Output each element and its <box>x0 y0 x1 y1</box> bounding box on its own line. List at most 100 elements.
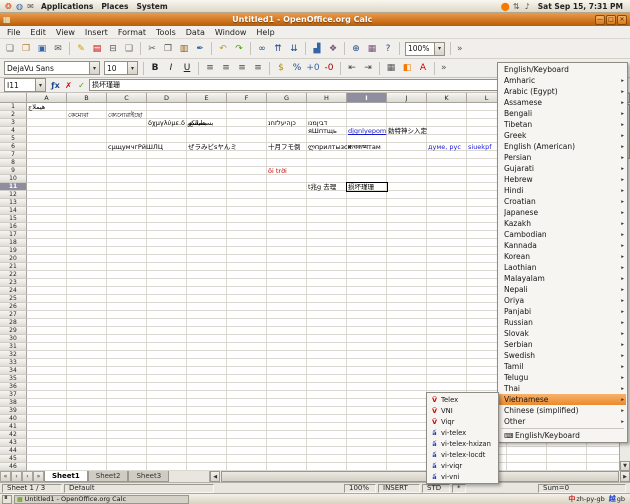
sort-descending-icon[interactable]: ⇊ <box>286 41 302 57</box>
language-menu-item-assamese[interactable]: Assamese▸ <box>499 97 626 108</box>
menu-file[interactable]: File <box>2 28 25 37</box>
row-header-41[interactable]: 41 <box>0 423 27 431</box>
row-header-17[interactable]: 17 <box>0 231 27 239</box>
zoom-combo[interactable]: 100%▾ <box>405 42 445 56</box>
language-menu-item-croatian[interactable]: Croatian▸ <box>499 196 626 207</box>
row-header-12[interactable]: 12 <box>0 191 27 199</box>
draw-functions-icon[interactable]: ❖ <box>325 41 341 57</box>
row-header-43[interactable]: 43 <box>0 439 27 447</box>
browser-icon[interactable]: ◍ <box>14 1 25 12</box>
toolbar-more-icon[interactable]: » <box>438 63 450 73</box>
column-header-h[interactable]: H <box>307 93 347 103</box>
maximize-button[interactable]: □ <box>606 15 616 25</box>
row-header-2[interactable]: 2 <box>0 111 27 119</box>
language-menu-item-thai[interactable]: Thai▸ <box>499 383 626 394</box>
next-sheet-button[interactable]: › <box>22 471 33 482</box>
status-zoom[interactable]: 100% <box>344 484 376 493</box>
row-header-23[interactable]: 23 <box>0 279 27 287</box>
gallery-icon[interactable]: ▦ <box>364 41 380 57</box>
panel-menu-system[interactable]: System <box>132 2 171 11</box>
row-header-5[interactable]: 5 <box>0 135 27 143</box>
save-icon[interactable]: ▣ <box>34 41 50 57</box>
cell-H4[interactable]: яШптщь <box>308 127 337 135</box>
insert-chart-icon[interactable]: ▟ <box>309 41 325 57</box>
new-document-icon[interactable]: ❏ <box>2 41 18 57</box>
volume-icon[interactable]: ♪ <box>522 1 533 12</box>
language-menu-item-malayalam[interactable]: Malayalam▸ <box>499 273 626 284</box>
print-icon[interactable]: ⊟ <box>105 41 121 57</box>
row-header-37[interactable]: 37 <box>0 391 27 399</box>
row-header-24[interactable]: 24 <box>0 287 27 295</box>
column-header-a[interactable]: A <box>27 93 67 103</box>
vietnamese-im-vi-viqr[interactable]: ấvi-viqr <box>428 460 497 471</box>
cell-J4[interactable]: 勅特神シ入定 <box>388 127 427 135</box>
language-menu-item-russian[interactable]: Russian▸ <box>499 317 626 328</box>
row-header-26[interactable]: 26 <box>0 303 27 311</box>
hyperlink-icon[interactable]: ∞ <box>254 41 270 57</box>
vietnamese-im-vi-vni[interactable]: ấvi-vni <box>428 471 497 482</box>
row-header-14[interactable]: 14 <box>0 207 27 215</box>
language-menu-item-greek[interactable]: Greek▸ <box>499 130 626 141</box>
row-header-39[interactable]: 39 <box>0 407 27 415</box>
row-header-25[interactable]: 25 <box>0 295 27 303</box>
language-menu-item-other[interactable]: Other▸ <box>499 416 626 427</box>
underline-icon[interactable]: U <box>179 60 195 76</box>
menu-view[interactable]: View <box>51 28 80 37</box>
taskbar-window-button[interactable]: ▦ Untitled1 - OpenOffice.org Calc <box>14 495 189 504</box>
row-header-42[interactable]: 42 <box>0 431 27 439</box>
language-menu-footer-english-keyboard[interactable]: ⌨English/Keyboard <box>499 430 626 441</box>
row-header-15[interactable]: 15 <box>0 215 27 223</box>
borders-icon[interactable]: ▦ <box>383 60 399 76</box>
row-header-30[interactable]: 30 <box>0 335 27 343</box>
menu-window[interactable]: Window <box>210 28 252 37</box>
language-menu-item-arabic-egypt[interactable]: Arabic (Egypt)▸ <box>499 86 626 97</box>
toolbar-more-icon[interactable]: » <box>454 44 466 54</box>
cell-I6[interactable]: कचकष्मтам <box>348 143 381 151</box>
language-menu-item-persian[interactable]: Persian▸ <box>499 152 626 163</box>
language-menu-item-tibetan[interactable]: Tibetan▸ <box>499 119 626 130</box>
row-header-38[interactable]: 38 <box>0 399 27 407</box>
language-menu-item-english-keyboard[interactable]: English/Keyboard <box>499 64 626 75</box>
row-header-33[interactable]: 33 <box>0 359 27 367</box>
sort-ascending-icon[interactable]: ⇈ <box>270 41 286 57</box>
chevron-down-icon[interactable]: ▾ <box>127 62 137 74</box>
row-header-28[interactable]: 28 <box>0 319 27 327</box>
column-header-g[interactable]: G <box>267 93 307 103</box>
column-header-c[interactable]: C <box>107 93 147 103</box>
column-header-k[interactable]: K <box>427 93 467 103</box>
row-header-29[interactable]: 29 <box>0 327 27 335</box>
background-color-icon[interactable]: ◧ <box>399 60 415 76</box>
row-header-1[interactable]: 1 <box>0 103 27 111</box>
chevron-down-icon[interactable]: ▾ <box>434 43 444 55</box>
row-header-35[interactable]: 35 <box>0 375 27 383</box>
panel-menu-places[interactable]: Places <box>97 2 132 11</box>
vietnamese-im-viqr[interactable]: ṼViqr <box>428 416 497 427</box>
language-menu-item-oriya[interactable]: Oriya▸ <box>499 295 626 306</box>
language-menu-item-kannada[interactable]: Kannada▸ <box>499 240 626 251</box>
status-sum[interactable]: Sum=0 <box>538 484 626 493</box>
row-header-13[interactable]: 13 <box>0 199 27 207</box>
copy-icon[interactable]: ❐ <box>160 41 176 57</box>
navigator-icon[interactable]: ⊕ <box>348 41 364 57</box>
cell-K6[interactable]: думе, рус <box>428 143 461 151</box>
column-header-d[interactable]: D <box>147 93 187 103</box>
language-menu-item-hebrew[interactable]: Hebrew▸ <box>499 174 626 185</box>
row-header-3[interactable]: 3 <box>0 119 27 127</box>
name-box[interactable]: I11 ▾ <box>4 78 46 92</box>
decrease-indent-icon[interactable]: ⇤ <box>344 60 360 76</box>
language-menu-item-swedish[interactable]: Swedish▸ <box>499 350 626 361</box>
chevron-down-icon[interactable]: ▾ <box>89 62 99 74</box>
first-sheet-button[interactable]: « <box>0 471 11 482</box>
cell-I4[interactable]: djgnlyepom <box>348 127 386 135</box>
scim-chinese-input-indicator[interactable]: 中 <box>567 494 576 504</box>
undo-icon[interactable]: ↶ <box>215 41 231 57</box>
minimize-button[interactable]: — <box>595 15 605 25</box>
column-header-e[interactable]: E <box>187 93 227 103</box>
language-menu-item-chinese-simplified[interactable]: Chinese (simplified)▸ <box>499 405 626 416</box>
language-menu-item-japanese[interactable]: Japanese▸ <box>499 207 626 218</box>
row-header-9[interactable]: 9 <box>0 167 27 175</box>
percent-format-icon[interactable]: % <box>289 60 305 76</box>
column-header-f[interactable]: F <box>227 93 267 103</box>
format-paintbrush-icon[interactable]: ✒ <box>192 41 208 57</box>
add-decimal-icon[interactable]: +0 <box>305 60 321 76</box>
